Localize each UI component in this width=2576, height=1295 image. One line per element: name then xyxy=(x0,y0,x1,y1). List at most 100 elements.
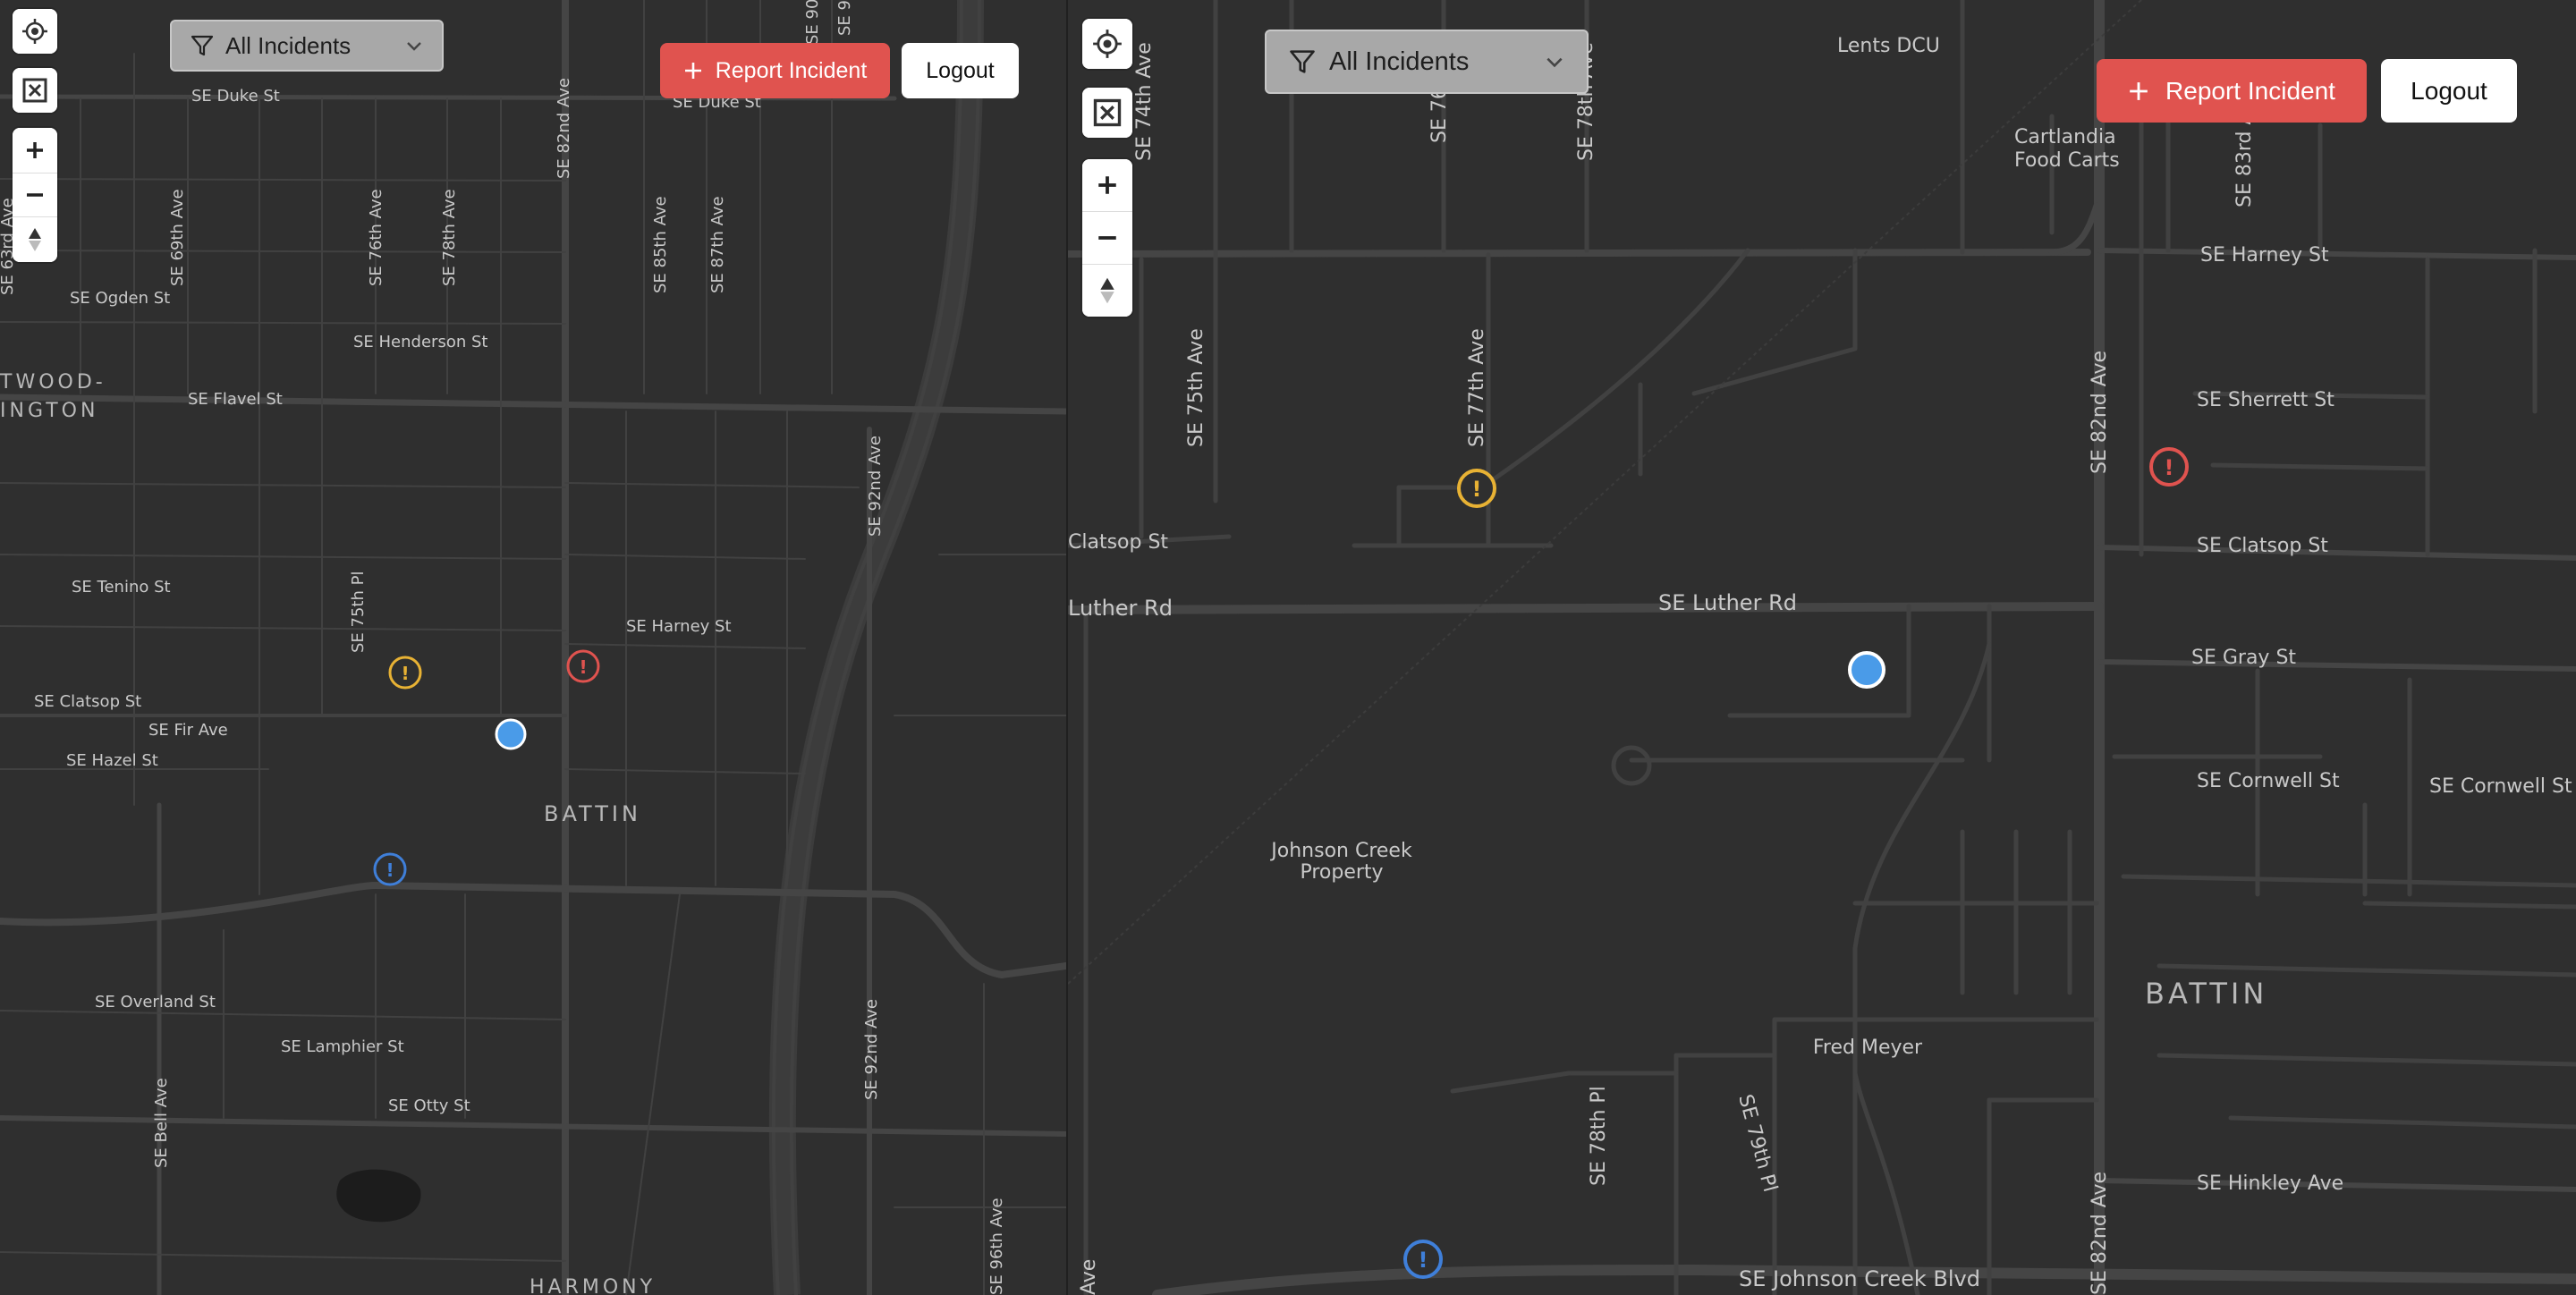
plus-icon xyxy=(684,63,701,79)
svg-text:!: ! xyxy=(2165,455,2174,480)
compass-icon[interactable] xyxy=(1082,265,1132,317)
street-label: SE Clatsop St xyxy=(2197,535,2328,557)
street-label: SE 76th Ave xyxy=(367,189,386,286)
place-label: Food Carts xyxy=(2014,149,2120,172)
street-label: SE 96th Ave xyxy=(987,1198,1006,1295)
street-label: SE 75th Ave xyxy=(1185,328,1208,447)
user-location-dot xyxy=(495,718,527,750)
filter-label: All Incidents xyxy=(1329,47,1470,76)
street-label: SE Tenino St xyxy=(72,578,171,597)
chevron-down-icon xyxy=(1546,57,1563,68)
area-label: HARMONY xyxy=(530,1276,656,1295)
street-label: Ave xyxy=(1078,1259,1100,1295)
incident-filter-select[interactable]: All Incidents xyxy=(170,20,444,72)
street-label: SE Sherrett St xyxy=(2197,389,2334,411)
map-left-canvas[interactable]: SE Duke St SE Duke St SE Ogden St SE Hen… xyxy=(0,0,1066,1295)
street-label: SE 78th Ave xyxy=(440,189,459,286)
fullscreen-icon[interactable] xyxy=(1082,88,1132,138)
street-label: SE Harney St xyxy=(2200,244,2329,267)
street-label: SE 82nd Ave xyxy=(2089,351,2111,474)
street-label: SE 92nd Ave xyxy=(862,999,881,1100)
street-label: SE 82nd Ave xyxy=(2089,1172,2111,1295)
fullscreen-icon[interactable] xyxy=(13,68,57,113)
area-label: BATTIN xyxy=(544,801,641,826)
incident-marker-yellow[interactable]: ! xyxy=(1457,469,1496,508)
street-label: SE Hazel St xyxy=(66,751,158,770)
svg-text:!: ! xyxy=(1472,477,1482,502)
svg-text:!: ! xyxy=(386,859,394,881)
place-label: Property xyxy=(1300,861,1383,884)
plus-icon xyxy=(2130,81,2148,100)
street-label: SE 74th Ave xyxy=(1133,42,1156,161)
filter-icon xyxy=(191,35,214,56)
area-label: BATTIN xyxy=(2145,977,2267,1011)
place-label: Cartlandia xyxy=(2014,126,2116,148)
zoom-out-icon[interactable] xyxy=(1082,212,1132,265)
filter-icon xyxy=(1290,50,1315,73)
report-incident-label: Report Incident xyxy=(2165,76,2335,105)
street-label: SE 75th Pl xyxy=(349,571,368,653)
user-location-dot xyxy=(1848,651,1885,689)
street-label: SE Ogden St xyxy=(70,289,170,308)
street-label: SE 77th Ave xyxy=(1466,328,1488,447)
street-label: SE Lamphier St xyxy=(281,1037,404,1056)
incident-marker-red[interactable]: ! xyxy=(2149,447,2189,487)
fullscreen-control[interactable] xyxy=(13,68,57,113)
street-label: Clatsop St xyxy=(1068,531,1168,554)
street-label: SE Duke St xyxy=(191,87,280,106)
svg-text:!: ! xyxy=(1419,1248,1428,1273)
place-label: Johnson Creek xyxy=(1269,840,1412,862)
locate-icon[interactable] xyxy=(1082,19,1132,69)
street-label: SE Overland St xyxy=(95,993,216,1011)
report-incident-label: Report Incident xyxy=(715,57,868,83)
svg-text:!: ! xyxy=(579,656,587,678)
incident-marker-red[interactable]: ! xyxy=(566,649,600,683)
street-label: SE Fir Ave xyxy=(148,721,228,740)
report-incident-button[interactable]: Report Incident xyxy=(2097,59,2367,123)
incident-marker-blue[interactable]: ! xyxy=(373,852,407,886)
street-label: SE Cornwell St xyxy=(2197,770,2340,792)
locate-control[interactable] xyxy=(1082,19,1132,69)
street-label: SE Henderson St xyxy=(353,333,487,351)
zoom-out-icon[interactable] xyxy=(13,174,57,217)
compass-icon[interactable] xyxy=(13,217,57,262)
locate-icon[interactable] xyxy=(13,9,57,54)
street-label: SE 91st xyxy=(835,0,854,36)
logout-button[interactable]: Logout xyxy=(2381,59,2517,123)
street-label: SE Flavel St xyxy=(188,390,283,409)
fullscreen-control[interactable] xyxy=(1082,88,1132,138)
place-label: Fred Meyer xyxy=(1813,1037,1923,1059)
zoom-control[interactable] xyxy=(1082,159,1132,317)
street-label: SE Cornwell St xyxy=(2429,775,2572,798)
street-label: SE 82nd Ave xyxy=(555,78,573,179)
street-label: SE Harney St xyxy=(626,617,732,636)
street-label: SE 85th Ave xyxy=(651,196,670,293)
street-label: SE Hinkley Ave xyxy=(2197,1172,2343,1195)
map-right[interactable]: Lents DCU Cartlandia Food Carts SE Harne… xyxy=(1068,0,2576,1295)
filter-label: All Incidents xyxy=(225,31,352,59)
street-label: SE 90th Ave xyxy=(803,0,822,45)
street-label: SE 87th Ave xyxy=(708,196,727,293)
incident-marker-yellow[interactable]: ! xyxy=(388,656,422,690)
street-label: SE Gray St xyxy=(2191,647,2296,669)
logout-label: Logout xyxy=(926,57,995,83)
zoom-in-icon[interactable] xyxy=(13,128,57,174)
street-label: SE 92nd Ave xyxy=(866,436,885,537)
street-label: SE Otty St xyxy=(388,1096,470,1115)
chevron-down-icon xyxy=(407,42,421,51)
report-incident-button[interactable]: Report Incident xyxy=(660,43,890,98)
area-label: INGTON xyxy=(0,400,98,422)
pond xyxy=(336,1169,421,1223)
street-label: SE Bell Ave xyxy=(152,1078,171,1168)
map-left[interactable]: SE Duke St SE Duke St SE Ogden St SE Hen… xyxy=(0,0,1066,1295)
locate-control[interactable] xyxy=(13,9,57,54)
area-label: TWOOD- xyxy=(0,371,106,394)
zoom-control[interactable] xyxy=(13,128,57,262)
zoom-in-icon[interactable] xyxy=(1082,159,1132,212)
map-right-canvas[interactable]: Lents DCU Cartlandia Food Carts SE Harne… xyxy=(1068,0,2576,1295)
street-label: Luther Rd xyxy=(1068,596,1173,621)
incident-filter-select[interactable]: All Incidents xyxy=(1265,30,1589,94)
incident-marker-blue[interactable]: ! xyxy=(1403,1240,1443,1279)
svg-text:!: ! xyxy=(401,663,409,684)
logout-button[interactable]: Logout xyxy=(902,43,1019,98)
